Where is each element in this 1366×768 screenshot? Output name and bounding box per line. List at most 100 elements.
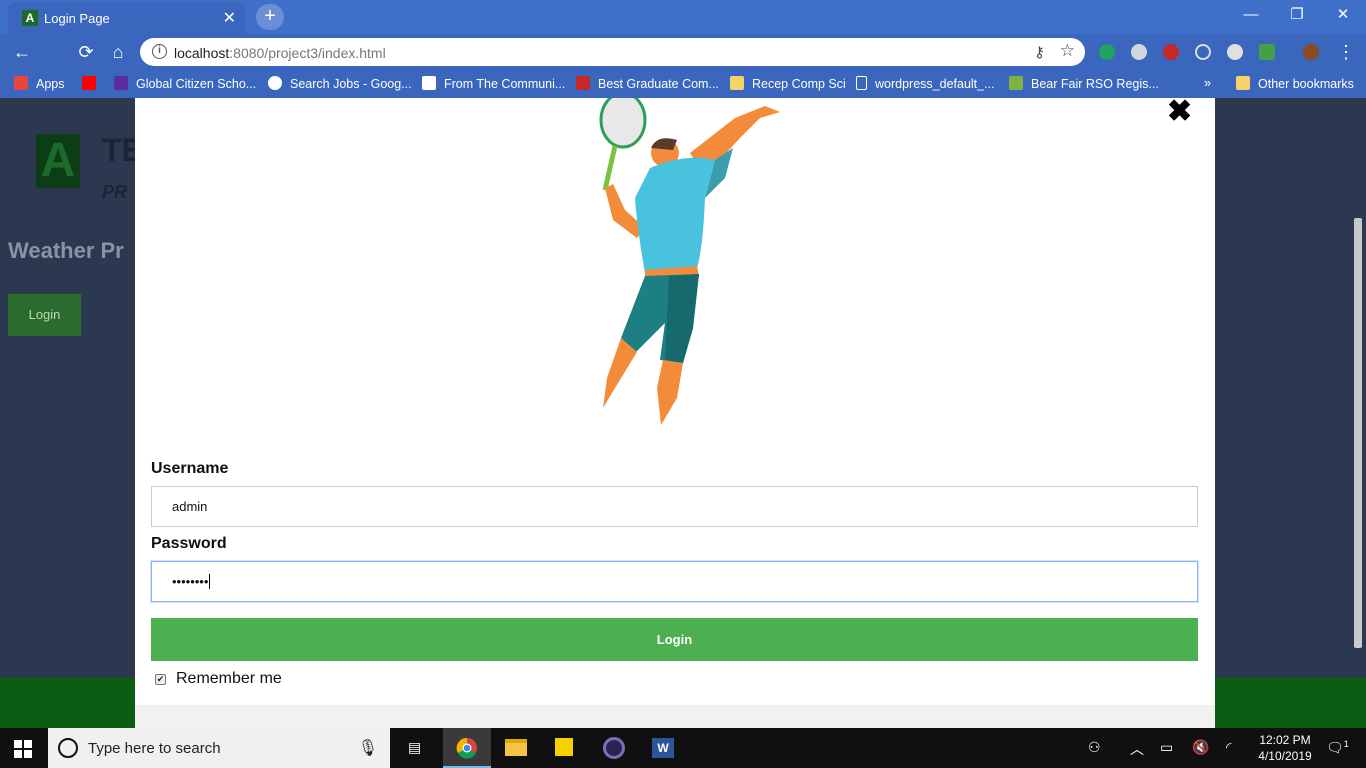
url-host: localhost <box>174 45 230 61</box>
close-window-button[interactable]: ✕ <box>1320 4 1366 28</box>
bookmark-label: Bear Fair RSO Regis... <box>1031 77 1159 91</box>
word-icon[interactable]: W <box>639 728 687 768</box>
sticky-note-glyph <box>555 738 573 756</box>
site-logo: A <box>36 134 80 188</box>
tab-close-icon[interactable]: ✕ <box>223 8 236 28</box>
browser-titlebar: A Login Page ✕ + — ❐ ✕ <box>0 0 1366 34</box>
bookmark-label: Search Jobs - Goog... <box>290 77 412 91</box>
eclipse-icon[interactable] <box>590 728 638 768</box>
bookmark-label: Best Graduate Com... <box>598 77 719 91</box>
back-arrow-icon[interactable]: ← <box>10 40 34 64</box>
profile-avatar[interactable] <box>1303 44 1319 60</box>
bookmark-label: From The Communi... <box>444 77 566 91</box>
bookmark-icon <box>114 76 128 90</box>
task-view-icon[interactable]: ▤ <box>392 728 440 768</box>
bear-icon <box>1009 76 1023 90</box>
bookmark-recep-comp-sci[interactable]: Recep Comp Sci <box>730 76 846 91</box>
cortana-icon <box>58 738 78 758</box>
username-label: Username <box>151 460 229 477</box>
folder-icon <box>1236 76 1250 90</box>
bookmark-apps[interactable]: Apps <box>14 76 65 91</box>
bookmark-label: wordpress_default_... <box>875 77 995 91</box>
bookmark-from-community[interactable]: From The Communi... <box>422 76 565 91</box>
login-button[interactable]: Login <box>151 618 1198 661</box>
notification-count: 1 <box>1343 739 1349 749</box>
reload-icon[interactable]: ⟳ <box>74 40 98 64</box>
tennis-player-illustration <box>599 98 780 425</box>
show-hidden-icons-chevron[interactable]: ︿ <box>1130 739 1144 759</box>
bookmark-wordpress[interactable]: wordpress_default_... <box>856 76 995 91</box>
folder-icon <box>730 76 744 90</box>
url-path: :8080/project3/index.html <box>229 45 386 61</box>
address-bar[interactable]: i localhost:8080/project3/index.html ⚷ ☆ <box>140 38 1085 66</box>
bookmark-other[interactable]: Other bookmarks <box>1236 76 1354 91</box>
microphone-icon[interactable]: 🎙 <box>358 738 378 758</box>
login-modal: ✖ Username admin Password •••••••• Login… <box>135 95 1215 728</box>
extension-icon[interactable] <box>1259 44 1275 60</box>
extension-icon[interactable] <box>1195 44 1211 60</box>
remember-me-label: Remember me <box>176 670 282 687</box>
bookmarks-bar: Apps Global Citizen Scho... Search Jobs … <box>0 70 1366 98</box>
remember-me[interactable]: ✔ Remember me <box>155 670 282 688</box>
bookmark-star-icon[interactable]: ☆ <box>1060 41 1075 61</box>
restore-button[interactable]: ❐ <box>1274 4 1320 28</box>
usn-icon <box>576 76 590 90</box>
tab-favicon-icon: A <box>22 10 38 26</box>
chrome-taskbar-icon[interactable] <box>443 728 491 768</box>
task-view-glyph: ▤ <box>408 739 422 755</box>
windows-taskbar: Type here to search 🎙 ▤ W ⚇ ︿ ▭ 🔇 ◜ 12:0… <box>0 728 1366 768</box>
remember-me-checkbox[interactable]: ✔ <box>155 674 166 685</box>
minimize-button[interactable]: — <box>1228 4 1274 28</box>
windows-start-icon[interactable] <box>14 740 32 758</box>
username-value: admin <box>172 499 208 514</box>
more-bookmarks-icon[interactable]: » <box>1204 76 1211 90</box>
file-explorer-icon[interactable] <box>492 728 540 768</box>
taskbar-clock[interactable]: 12:02 PM 4/10/2019 <box>1252 732 1318 764</box>
url-text[interactable]: localhost:8080/project3/index.html <box>174 45 386 61</box>
info-icon[interactable]: i <box>152 44 167 59</box>
bookmark-youtube[interactable] <box>82 76 104 91</box>
browser-tab[interactable]: A Login Page ✕ <box>8 2 246 34</box>
bookmark-bear-fair[interactable]: Bear Fair RSO Regis... <box>1009 76 1159 91</box>
extension-icon[interactable] <box>1131 44 1147 60</box>
close-modal-icon[interactable]: ✖ <box>1167 94 1192 129</box>
volume-muted-icon[interactable]: 🔇 <box>1192 739 1209 756</box>
home-icon[interactable]: ⌂ <box>106 40 130 64</box>
people-icon[interactable]: ⚇ <box>1088 739 1101 756</box>
password-value: •••••••• <box>172 574 209 589</box>
grammarly-extension-icon[interactable] <box>1099 44 1115 60</box>
wifi-icon[interactable]: ◜ <box>1226 739 1231 756</box>
taskbar-search[interactable]: Type here to search 🎙 <box>48 728 390 768</box>
menu-dots-icon[interactable]: ⋮ <box>1334 40 1358 64</box>
bookmark-label: Global Citizen Scho... <box>136 77 257 91</box>
search-placeholder: Type here to search <box>88 740 221 757</box>
eclipse-glyph <box>603 737 625 759</box>
page-title: Weather Pr <box>8 238 124 263</box>
password-input[interactable]: •••••••• <box>151 561 1198 602</box>
bookmark-search-jobs[interactable]: Search Jobs - Goog... <box>268 76 412 91</box>
text-caret <box>209 574 211 589</box>
new-tab-button[interactable]: + <box>256 4 284 30</box>
modal-footer <box>135 705 1215 728</box>
word-glyph: W <box>652 738 674 758</box>
action-center-icon[interactable]: 🗨1 <box>1326 739 1349 757</box>
key-icon[interactable]: ⚷ <box>1034 43 1045 61</box>
extension-icon[interactable] <box>1227 44 1243 60</box>
password-label: Password <box>151 535 227 552</box>
tab-title: Login Page <box>44 11 110 26</box>
bookmark-label: Recep Comp Sci <box>752 77 846 91</box>
battery-icon[interactable]: ▭ <box>1160 739 1173 756</box>
page-login-button[interactable]: Login <box>8 294 81 336</box>
bookmark-label: Other bookmarks <box>1258 77 1354 91</box>
chrome-icon <box>456 737 477 759</box>
sticky-notes-icon[interactable] <box>541 728 589 768</box>
bookmark-best-graduate[interactable]: Best Graduate Com... <box>576 76 719 91</box>
amazon-icon <box>422 76 436 90</box>
extension-icon[interactable] <box>1163 44 1179 60</box>
username-input[interactable]: admin <box>151 486 1198 527</box>
apps-grid-icon <box>14 76 28 90</box>
page-scrollbar[interactable] <box>1354 218 1362 648</box>
google-icon <box>268 76 282 90</box>
page-icon <box>856 76 867 90</box>
bookmark-global-citizen[interactable]: Global Citizen Scho... <box>114 76 256 91</box>
